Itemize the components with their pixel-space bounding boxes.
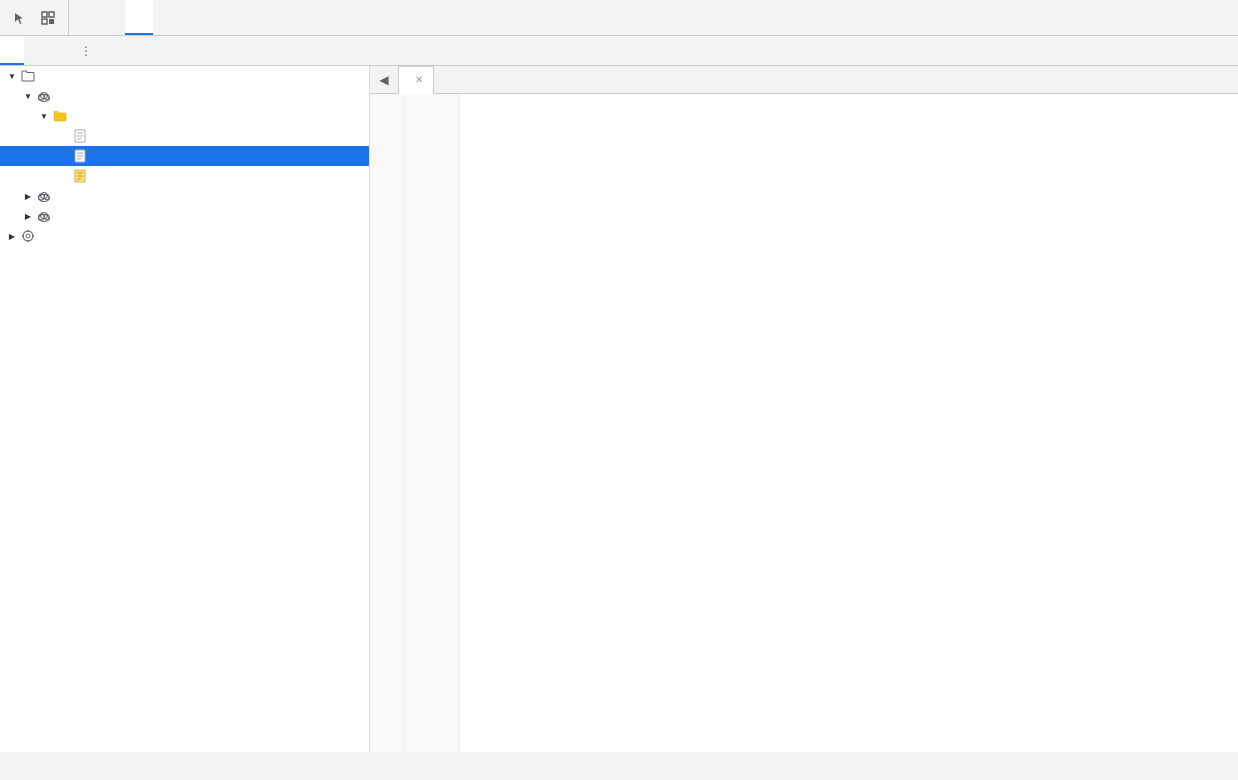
file-tab-bar: ◀ ✕	[370, 66, 1238, 94]
sub-tab-snippets[interactable]	[48, 36, 72, 65]
line-numbers	[370, 94, 405, 752]
tab-profiles[interactable]	[237, 0, 265, 35]
arrow-icon: ▶	[20, 208, 36, 224]
tab-audits[interactable]	[293, 0, 321, 35]
timing-column	[405, 94, 460, 752]
arrow-icon: ▼	[36, 108, 52, 124]
arrow-icon: ▶	[20, 188, 36, 204]
file-tree-sidebar: ▼ ▼ ▼	[0, 66, 370, 752]
tab-application[interactable]	[153, 0, 181, 35]
folder-yellow-icon	[52, 108, 68, 124]
tree-item-glimr[interactable]: ▼	[0, 86, 369, 106]
tree-item-missile-fleet[interactable]: ▶	[0, 126, 369, 146]
sub-tab-sources[interactable]	[0, 36, 24, 65]
tab-sources[interactable]	[125, 0, 153, 35]
code-content	[460, 94, 1238, 752]
tree-item-top[interactable]: ▼	[0, 66, 369, 86]
code-editor[interactable]	[370, 94, 1238, 752]
html-file-icon	[72, 128, 88, 144]
gear-file-icon	[20, 228, 36, 244]
tab-security[interactable]	[265, 0, 293, 35]
tree-item-google-analytics[interactable]: ▶	[0, 206, 369, 226]
tab-timeline[interactable]	[209, 0, 237, 35]
tab-chromelens[interactable]	[321, 0, 349, 35]
close-tab-button[interactable]: ✕	[415, 75, 423, 86]
tree-item-cake-folder[interactable]: ▼	[0, 106, 369, 126]
tree-item-support-js[interactable]: ▶	[0, 166, 369, 186]
cloud-icon	[36, 208, 52, 224]
tab-console[interactable]	[97, 0, 125, 35]
js-file-icon	[72, 148, 88, 164]
cloud-icon	[36, 88, 52, 104]
devtools-icons	[0, 0, 69, 35]
tab-elements[interactable]	[69, 0, 97, 35]
sub-tab-content[interactable]	[24, 36, 48, 65]
cursor-icon[interactable]	[8, 6, 32, 30]
nav-back-button[interactable]: ◀	[374, 70, 394, 90]
sources-sub-bar: ⋮	[0, 36, 1238, 66]
top-nav-bar	[0, 0, 1238, 36]
folder-icon	[20, 68, 36, 84]
tab-network[interactable]	[181, 0, 209, 35]
tree-item-no-domain[interactable]: ▶	[0, 186, 369, 206]
arrow-icon: ▶	[4, 228, 20, 244]
js-file-yellow-icon	[72, 168, 88, 184]
tree-item-cake-js[interactable]: ▶	[0, 146, 369, 166]
cloud-icon	[36, 188, 52, 204]
main-nav-tabs	[69, 0, 1238, 35]
inspect-icon[interactable]	[36, 6, 60, 30]
arrow-icon: ▼	[4, 68, 20, 84]
code-panel: ◀ ✕	[370, 66, 1238, 752]
arrow-icon: ▼	[20, 88, 36, 104]
file-tab-cake-js[interactable]: ✕	[398, 66, 434, 94]
more-tabs-button[interactable]: ⋮	[72, 36, 100, 65]
tree-item-sw-js[interactable]: ▶	[0, 226, 369, 246]
main-content-area: ▼ ▼ ▼	[0, 66, 1238, 752]
